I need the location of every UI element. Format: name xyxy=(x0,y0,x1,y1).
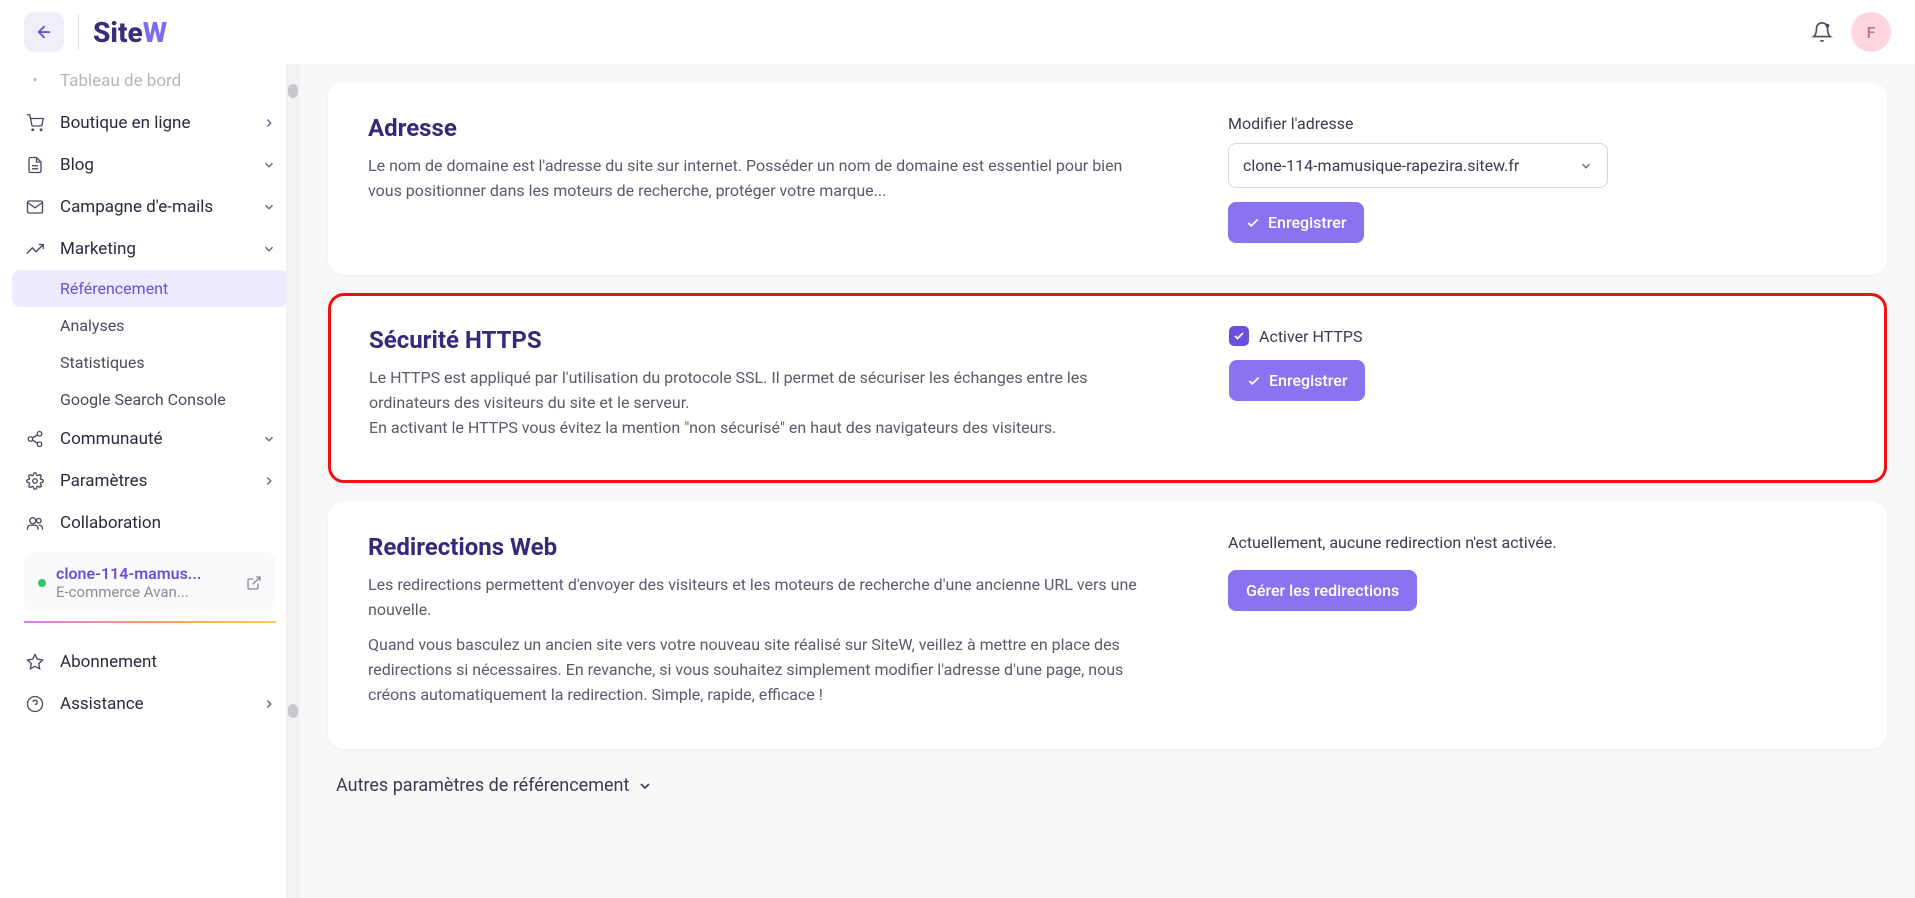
arrow-left-icon xyxy=(35,23,53,41)
sidebar-item-marketing[interactable]: Marketing xyxy=(12,228,288,270)
card-https: Sécurité HTTPS Le HTTPS est appliqué par… xyxy=(328,293,1887,483)
other-params-toggle[interactable]: Autres paramètres de référencement xyxy=(328,775,1887,796)
help-icon xyxy=(24,695,46,713)
check-icon xyxy=(1247,374,1261,388)
card-title: Adresse xyxy=(368,114,1148,142)
sub-analyses[interactable]: Analyses xyxy=(12,307,288,344)
share-icon xyxy=(24,430,46,448)
site-name: clone-114-mamus... xyxy=(56,564,236,583)
star-icon xyxy=(24,653,46,671)
sidebar-item-campagne[interactable]: Campagne d'e-mails xyxy=(12,186,288,228)
bell-icon xyxy=(1811,21,1833,43)
divider xyxy=(78,14,79,50)
site-selector[interactable]: clone-114-mamus... E-commerce Avan... xyxy=(24,552,276,613)
chevron-down-icon xyxy=(637,778,653,794)
avatar[interactable]: F xyxy=(1851,12,1891,52)
sub-referencement[interactable]: Référencement xyxy=(12,270,288,307)
sidebar-item-abonnement[interactable]: Abonnement xyxy=(12,641,288,683)
check-icon xyxy=(1233,330,1245,342)
card-title: Redirections Web xyxy=(368,533,1148,561)
card-desc: Les redirections permettent d'envoyer de… xyxy=(368,573,1148,623)
sidebar-item-assistance[interactable]: Assistance xyxy=(12,683,288,725)
sidebar-item-parametres[interactable]: Paramètres xyxy=(12,460,288,502)
card-title: Sécurité HTTPS xyxy=(369,326,1149,354)
back-button[interactable] xyxy=(24,12,64,52)
document-icon xyxy=(24,156,46,174)
redir-status: Actuellement, aucune redirection n'est a… xyxy=(1228,533,1608,552)
card-desc: Le nom de domaine est l'adresse du site … xyxy=(368,154,1148,204)
checkbox-label: Activer HTTPS xyxy=(1259,327,1362,346)
card-desc: Le HTTPS est appliqué par l'utilisation … xyxy=(369,366,1149,440)
sub-gsc[interactable]: Google Search Console xyxy=(12,381,288,418)
gear-icon xyxy=(24,472,46,490)
site-plan: E-commerce Avan... xyxy=(56,583,236,601)
card-adresse: Adresse Le nom de domaine est l'adresse … xyxy=(328,82,1887,275)
chevron-down-icon xyxy=(262,432,276,446)
chevron-down-icon xyxy=(262,200,276,214)
chevron-down-icon xyxy=(262,158,276,172)
chevron-right-icon xyxy=(262,697,276,711)
field-label: Modifier l'adresse xyxy=(1228,114,1608,133)
sidebar-item-communaute[interactable]: Communauté xyxy=(12,418,288,460)
sidebar-scrollbar[interactable] xyxy=(286,64,300,898)
chevron-down-icon xyxy=(1579,159,1593,173)
domain-select[interactable]: clone-114-mamusique-rapezira.sitew.fr xyxy=(1228,143,1608,188)
gradient-divider xyxy=(24,621,276,623)
manage-redirections-button[interactable]: Gérer les redirections xyxy=(1228,570,1417,611)
status-dot-icon xyxy=(38,579,46,587)
cart-icon xyxy=(24,114,46,132)
users-icon xyxy=(24,514,46,532)
chevron-right-icon xyxy=(262,474,276,488)
chevron-right-icon xyxy=(262,116,276,130)
sidebar-item-boutique[interactable]: Boutique en ligne xyxy=(12,102,288,144)
sidebar-item-collaboration[interactable]: Collaboration xyxy=(12,502,288,544)
save-button[interactable]: Enregistrer xyxy=(1229,360,1365,401)
external-link-icon[interactable] xyxy=(246,575,262,591)
https-checkbox[interactable] xyxy=(1229,326,1249,346)
notifications-button[interactable] xyxy=(1811,21,1833,43)
dashboard-icon: • xyxy=(24,71,46,91)
logo[interactable]: SiteW xyxy=(93,16,167,49)
mail-icon xyxy=(24,198,46,216)
sub-statistiques[interactable]: Statistiques xyxy=(12,344,288,381)
sidebar-item-dashboard[interactable]: • Tableau de bord xyxy=(12,64,288,102)
card-redirections: Redirections Web Les redirections permet… xyxy=(328,501,1887,749)
sidebar-item-blog[interactable]: Blog xyxy=(12,144,288,186)
chevron-up-icon xyxy=(262,242,276,256)
save-button[interactable]: Enregistrer xyxy=(1228,202,1364,243)
card-desc: Quand vous basculez un ancien site vers … xyxy=(368,633,1148,707)
check-icon xyxy=(1246,216,1260,230)
trending-icon xyxy=(24,240,46,258)
